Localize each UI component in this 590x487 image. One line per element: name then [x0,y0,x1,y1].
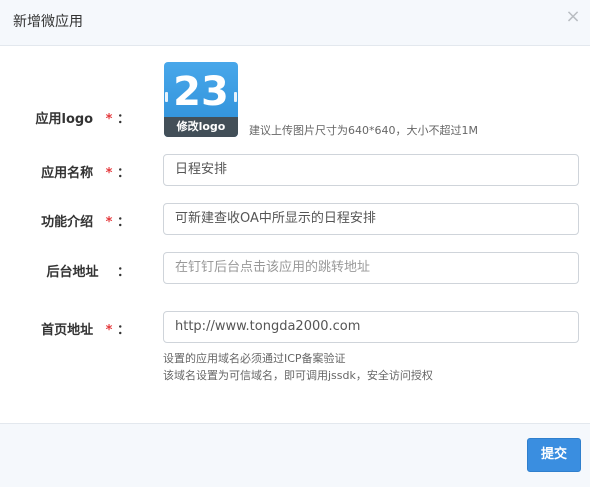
homepage-label: 首页地址 * ： [0,319,130,338]
backend-label: 后台地址 ： [0,261,130,280]
app-logo-upload[interactable]: 23 修改logo [164,62,238,137]
dialog-header: 新增微应用 × [0,0,590,46]
calendar-app-icon: 23 [173,69,229,115]
homepage-hint-icp: 设置的应用域名必须通过ICP备案验证 [163,352,346,365]
dialog-title: 新增微应用 [13,14,83,30]
change-logo-button[interactable]: 修改logo [164,117,238,137]
close-icon[interactable]: × [564,8,582,26]
required-mark: * [105,112,113,127]
name-label: 应用名称 * ： [0,162,130,181]
intro-label-text: 功能介绍 [41,215,94,230]
label-colon: ： [116,166,130,181]
label-colon: ： [116,323,130,338]
label-colon: ： [116,215,130,230]
backend-address-input[interactable]: 在钉钉后台点击该应用的跳转地址 [163,252,579,284]
dialog-footer [0,423,590,487]
logo-label: 应用logo * ： [0,108,130,127]
homepage-address-input[interactable]: http://www.tongda2000.com [163,311,579,343]
backend-label-text: 后台地址 [46,265,99,280]
name-label-text: 应用名称 [41,166,94,181]
required-mark: * [105,166,113,181]
logo-label-text: 应用logo [35,112,94,127]
homepage-hint-trusted: 该域名设置为可信域名，即可调用jssdk，安全访问授权 [163,369,433,382]
required-mark: * [105,323,113,338]
label-colon: ： [116,265,130,280]
submit-button[interactable]: 提交 [527,438,581,472]
homepage-label-text: 首页地址 [41,323,94,338]
logo-hint: 建议上传图片尺寸为640*640，大小不超过1M [249,124,478,137]
label-colon: ： [116,112,130,127]
add-micro-app-dialog: 新增微应用 × 应用logo * ： 23 修改logo 建议上传图片尺寸为64… [0,0,590,487]
function-intro-input[interactable]: 可新建查收OA中所显示的日程安排 [163,203,579,235]
required-mark: * [105,215,113,230]
app-name-input[interactable]: 日程安排 [163,154,579,186]
intro-label: 功能介绍 * ： [0,211,130,230]
